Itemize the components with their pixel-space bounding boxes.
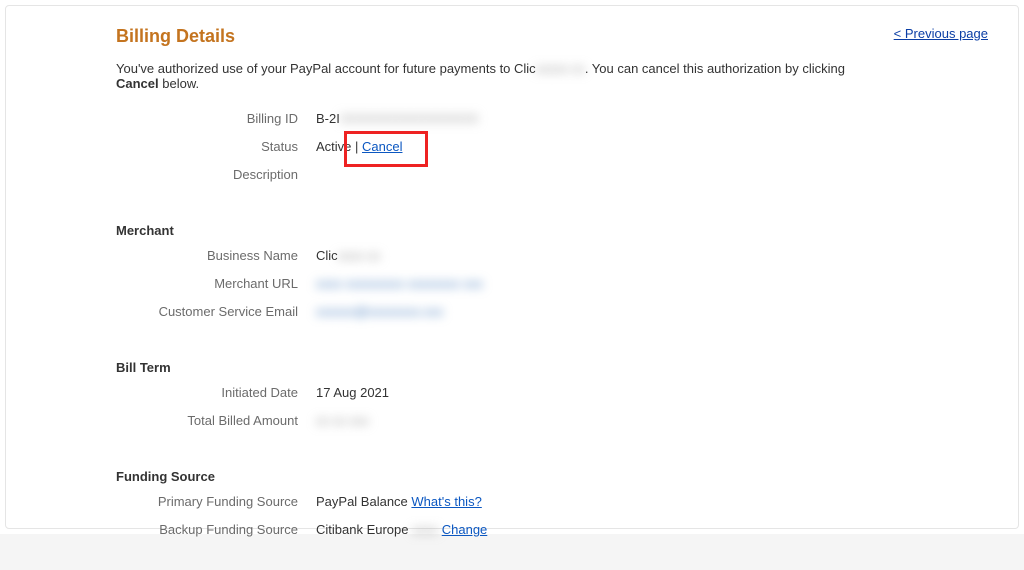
billing-id-value: B-2IXXXXXXXXXXXXXXXX: [316, 111, 998, 126]
customer-email-value: xxxxxx@xxxxxxxx.xxx: [316, 304, 998, 319]
business-name-label: Business Name: [116, 248, 316, 263]
merchant-section-title: Merchant: [116, 223, 998, 238]
primary-funding-value: PayPal Balance What's this?: [316, 494, 998, 509]
initiated-date-value: 17 Aug 2021: [316, 385, 998, 400]
funding-section-title: Funding Source: [116, 469, 998, 484]
customer-email-label: Customer Service Email: [116, 304, 316, 319]
initiated-date-label: Initiated Date: [116, 385, 316, 400]
previous-page-link[interactable]: < Previous page: [894, 26, 988, 41]
intro-text: You've authorized use of your PayPal acc…: [116, 61, 876, 91]
backup-funding-label: Backup Funding Source: [116, 522, 316, 537]
page-title: Billing Details: [116, 26, 998, 47]
billing-id-label: Billing ID: [116, 111, 316, 126]
description-label: Description: [116, 167, 316, 182]
merchant-url-value: xxxx xxxxxxxxx xxxxxxxx xxx: [316, 276, 998, 291]
billterm-section-title: Bill Term: [116, 360, 998, 375]
change-link[interactable]: Change: [442, 522, 488, 537]
backup-funding-value: Citibank Europe xxxx Change: [316, 522, 998, 537]
merchant-url-label: Merchant URL: [116, 276, 316, 291]
total-billed-label: Total Billed Amount: [116, 413, 316, 428]
primary-funding-label: Primary Funding Source: [116, 494, 316, 509]
status-value: Active | Cancel: [316, 139, 998, 154]
cancel-link[interactable]: Cancel: [362, 139, 402, 154]
business-name-value: Clicxxxx xx: [316, 248, 998, 263]
status-label: Status: [116, 139, 316, 154]
whats-this-link[interactable]: What's this?: [411, 494, 481, 509]
total-billed-value: xx xx xxx: [316, 413, 998, 428]
